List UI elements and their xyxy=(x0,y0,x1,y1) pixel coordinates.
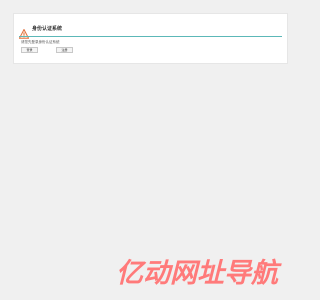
auth-dialog: 身份认证系统 请您先登录身份认证系统 登录 注册 xyxy=(13,13,288,64)
register-button[interactable]: 注册 xyxy=(56,47,73,53)
watermark-text: 亿动网址导航 xyxy=(116,258,282,288)
warning-triangle-icon xyxy=(18,24,30,39)
page: 身份认证系统 请您先登录身份认证系统 登录 注册 亿动网址导航 xyxy=(0,0,300,300)
login-button[interactable]: 登录 xyxy=(21,47,38,53)
dialog-header: 身份认证系统 xyxy=(18,23,63,39)
dialog-message: 请您先登录身份认证系统 xyxy=(21,40,60,44)
dialog-title: 身份认证系统 xyxy=(32,25,63,32)
header-divider xyxy=(19,36,282,37)
site-watermark: 亿动网址导航 xyxy=(116,258,284,288)
